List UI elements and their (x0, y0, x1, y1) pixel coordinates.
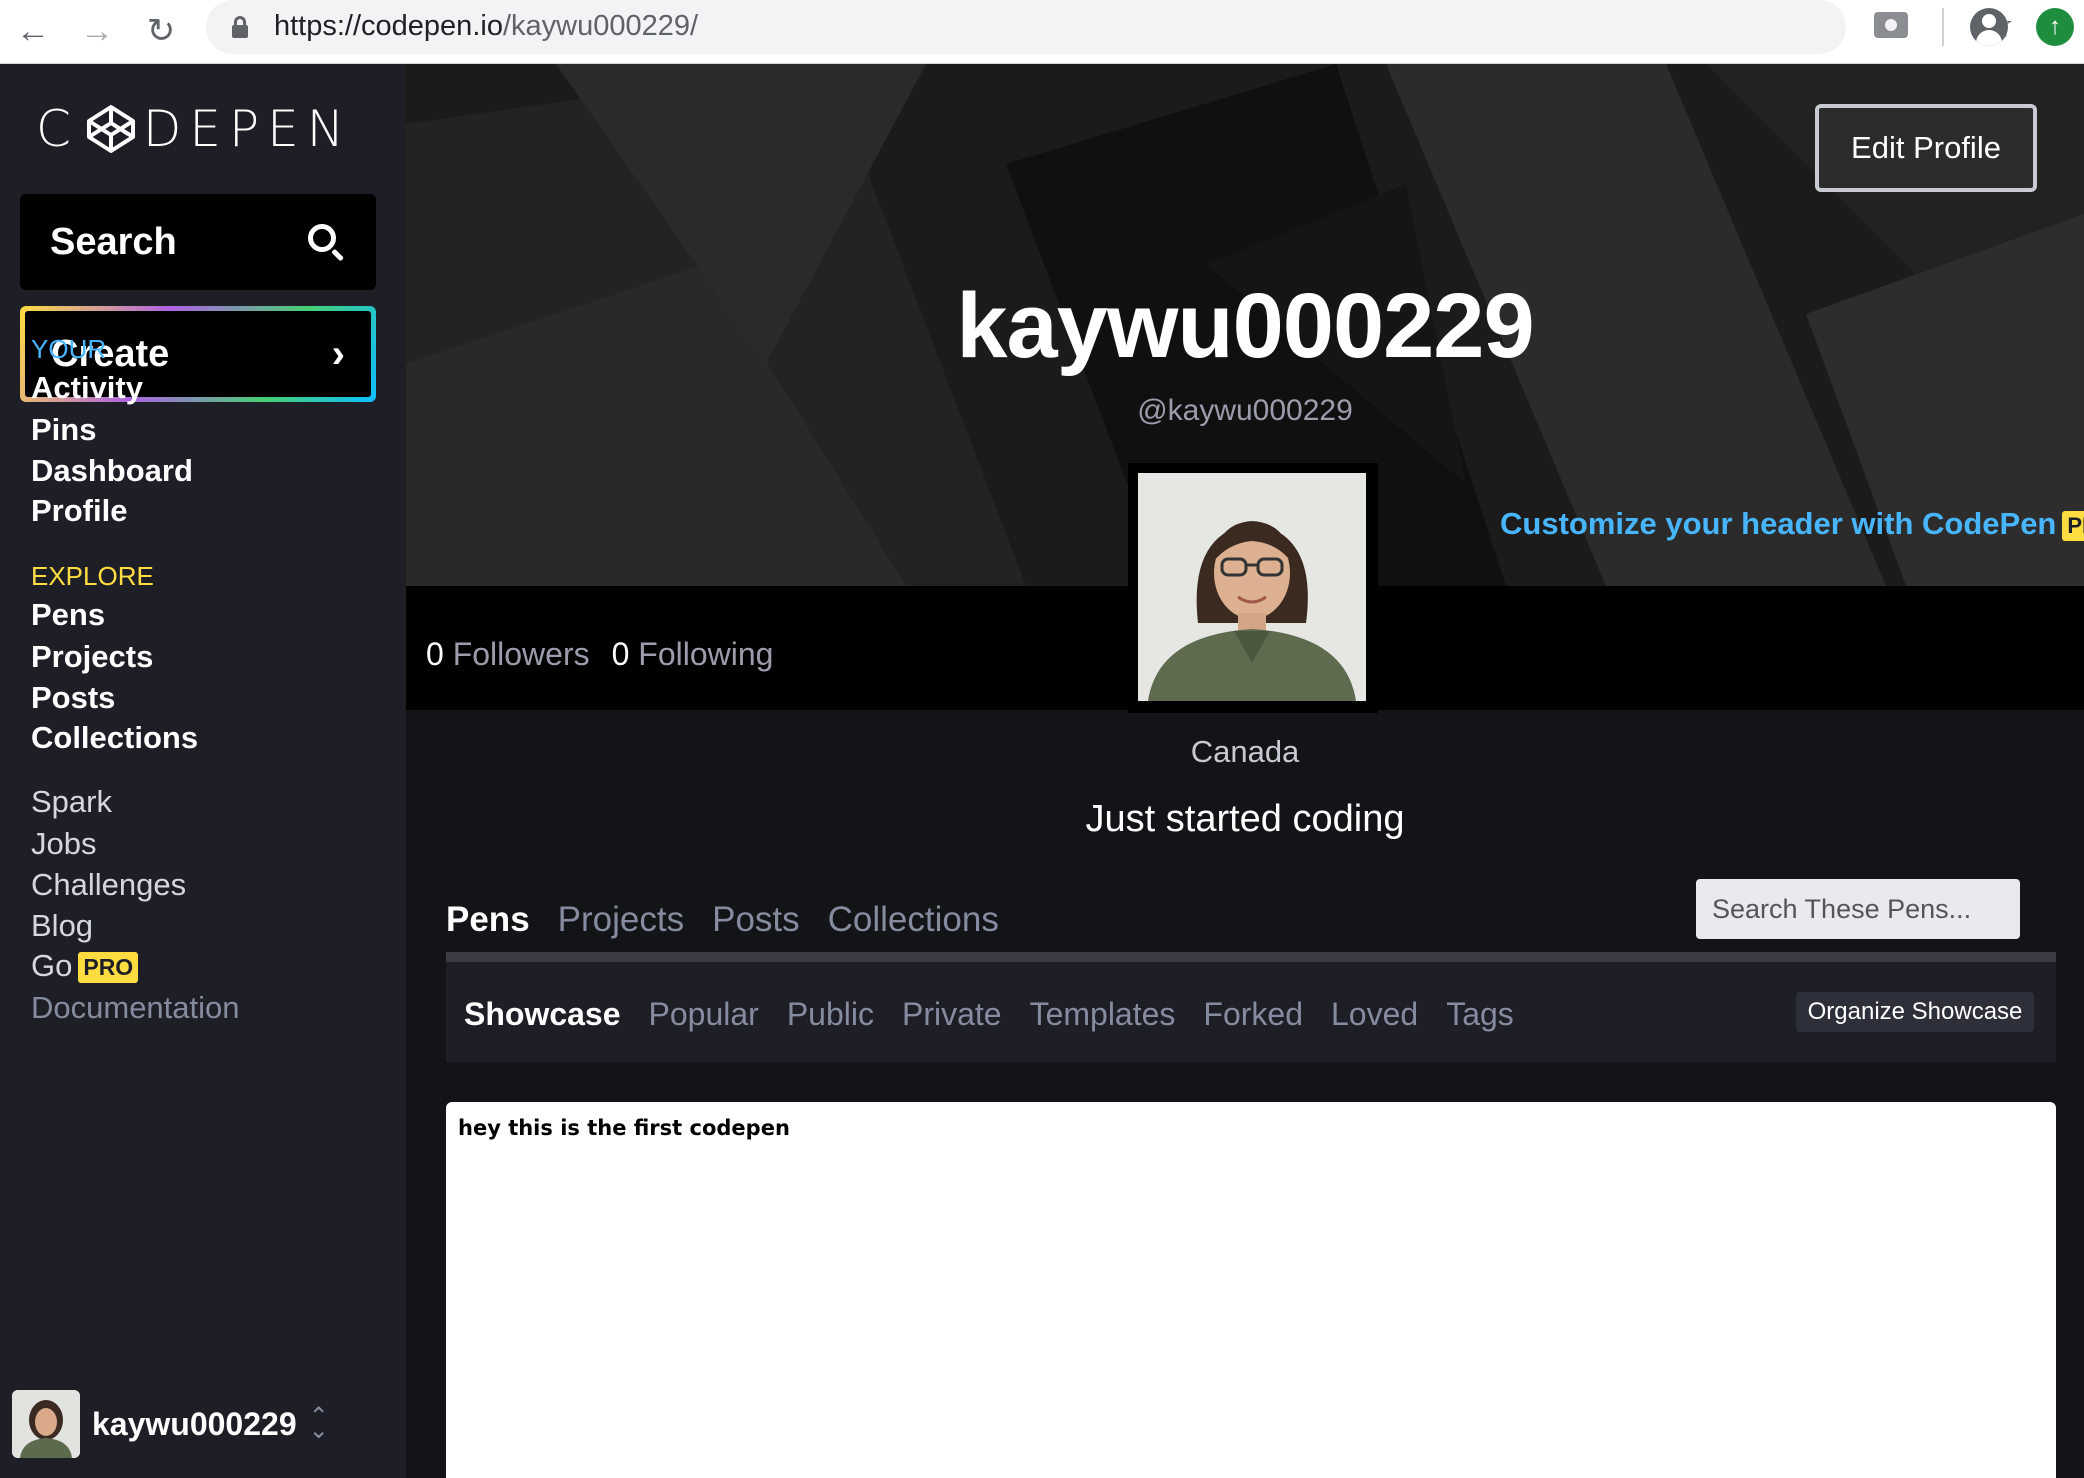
tab-posts[interactable]: Posts (712, 900, 800, 940)
organize-showcase-button[interactable]: Organize Showcase (1796, 992, 2034, 1032)
nav-blog[interactable]: Blog (31, 908, 93, 944)
subtab-public[interactable]: Public (787, 996, 874, 1033)
codepen-cube-icon (86, 105, 135, 153)
pro-badge: PRO (78, 952, 139, 984)
nav-documentation[interactable]: Documentation (31, 990, 240, 1026)
following-label: Following (638, 636, 774, 672)
profile-name: kaywu000229 (956, 275, 1534, 377)
nav-challenges[interactable]: Challenges (31, 867, 186, 903)
subtab-templates[interactable]: Templates (1030, 996, 1176, 1033)
address-bar[interactable]: https://codepen.io/kaywu000229/ ☆ (206, 0, 2014, 54)
nav-dashboard[interactable]: Dashboard (31, 453, 193, 489)
profile-bio: Just started coding (1085, 798, 1405, 840)
toolbar-divider (1942, 8, 1944, 46)
pro-badge: PRO (2062, 510, 2084, 541)
content-tabs: Pens Projects Posts Collections (446, 900, 999, 940)
nav-spark[interactable]: Spark (31, 784, 112, 820)
subtab-loved[interactable]: Loved (1331, 996, 1418, 1033)
tab-pens[interactable]: Pens (446, 900, 530, 940)
back-arrow-icon[interactable]: ← (8, 6, 58, 56)
account-icon[interactable] (1970, 8, 2008, 46)
following-count: 0 (611, 636, 630, 672)
customize-header-text: Customize your header with CodePen (1500, 506, 2057, 541)
followers-link[interactable]: 0 Followers (426, 636, 590, 672)
followers-label: Followers (452, 636, 590, 672)
subtab-tags[interactable]: Tags (1446, 996, 1514, 1033)
chevron-right-icon: › (331, 331, 345, 376)
update-arrow-icon[interactable]: ↑ (2036, 8, 2074, 46)
nav-pins[interactable]: Pins (31, 412, 96, 448)
chevron-updown-icon: ⌃ ⌄ (308, 1403, 329, 1444)
pen-filter-tabs: Showcase Popular Public Private Template… (464, 996, 1514, 1033)
nav-jobs[interactable]: Jobs (31, 826, 96, 862)
username-label: kaywu000229 (92, 1405, 297, 1442)
user-menu[interactable]: kaywu000229 ⌃ ⌄ (12, 1390, 329, 1458)
follow-stats: 0 Followers 0 Following (426, 636, 773, 673)
main-content: Edit Profile kaywu000229 @kaywu000229 Cu… (406, 64, 2084, 1478)
url-text: https://codepen.io/kaywu000229/ (274, 10, 699, 42)
explore-section-title: EXPLORE (31, 561, 154, 591)
subtab-showcase[interactable]: Showcase (464, 996, 621, 1033)
avatar (12, 1390, 80, 1458)
lock-icon (232, 16, 248, 38)
logo-text-left: C (36, 100, 79, 158)
subtab-forked[interactable]: Forked (1203, 996, 1303, 1033)
pen-filter-bar: Showcase Popular Public Private Template… (446, 962, 2056, 1062)
logo-text-right: DEPEN (142, 100, 353, 158)
your-section-title: YOUR (31, 334, 107, 364)
sidebar: C DEPEN Search Create › YOUR Activity Pi… (0, 64, 406, 1478)
codepen-logo[interactable]: C DEPEN (36, 100, 352, 158)
pen-preview-card[interactable]: hey this is the first codepen (446, 1102, 2056, 1478)
search-button-label: Search (50, 220, 177, 263)
profile-photo (1128, 463, 1378, 713)
browser-toolbar: ← → ↻ https://codepen.io/kaywu000229/ ☆ … (0, 0, 2084, 64)
camera-icon[interactable] (1874, 12, 1908, 38)
tab-projects[interactable]: Projects (558, 900, 684, 940)
nav-collections[interactable]: Collections (31, 720, 198, 756)
subtab-private[interactable]: Private (902, 996, 1002, 1033)
customize-header-link[interactable]: Customize your header with CodePenPRO (1500, 506, 2084, 542)
nav-profile[interactable]: Profile (31, 493, 127, 529)
followers-count: 0 (426, 636, 444, 672)
nav-projects[interactable]: Projects (31, 639, 153, 675)
tab-collections[interactable]: Collections (828, 900, 999, 940)
reload-icon[interactable]: ↻ (136, 6, 186, 56)
search-button[interactable]: Search (20, 194, 376, 290)
profile-photo-image (1138, 473, 1366, 701)
following-link[interactable]: 0 Following (612, 636, 774, 672)
subtab-popular[interactable]: Popular (649, 996, 759, 1033)
search-icon (306, 222, 346, 262)
forward-arrow-icon[interactable]: → (72, 6, 122, 56)
edit-profile-button[interactable]: Edit Profile (1815, 104, 2037, 192)
nav-posts[interactable]: Posts (31, 680, 115, 716)
tabs-divider (446, 952, 2056, 962)
nav-go[interactable]: Go PRO (31, 948, 139, 984)
search-pens-input[interactable] (1696, 879, 2020, 939)
profile-handle: @kaywu000229 (1137, 394, 1353, 427)
profile-location: Canada (1190, 734, 1300, 769)
nav-go-label: Go (31, 948, 73, 983)
pen-preview-text: hey this is the first codepen (458, 1116, 790, 1140)
nav-activity[interactable]: Activity (31, 370, 143, 406)
nav-pens[interactable]: Pens (31, 597, 105, 633)
